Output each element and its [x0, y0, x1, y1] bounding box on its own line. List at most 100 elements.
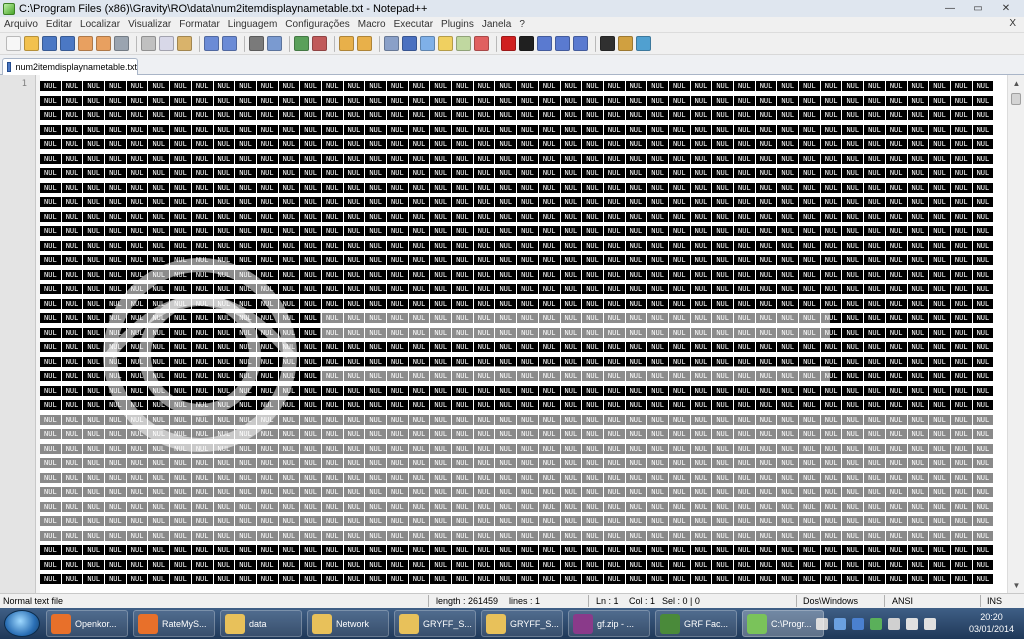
close-all-icon[interactable] — [96, 36, 111, 51]
zoom-in-icon[interactable] — [294, 36, 309, 51]
nul-char: NUL — [148, 342, 171, 352]
nul-char: NUL — [365, 530, 387, 541]
nul-char: NUL — [560, 545, 583, 555]
menu-item-5[interactable]: Linguagem — [224, 19, 281, 30]
start-button[interactable] — [4, 610, 40, 637]
record-macro-icon[interactable] — [501, 36, 516, 51]
tray-bluetooth-icon[interactable] — [852, 618, 864, 630]
tray-volume-icon[interactable] — [924, 618, 936, 630]
nul-char: NUL — [408, 255, 431, 265]
close-document-button[interactable]: X — [1009, 18, 1016, 29]
menu-item-11[interactable]: ? — [515, 19, 529, 30]
menu-item-9[interactable]: Plugins — [437, 19, 478, 30]
maximize-button[interactable]: ▭ — [964, 0, 992, 16]
close-button[interactable]: ✕ — [992, 0, 1020, 16]
stop-macro-icon[interactable] — [519, 36, 534, 51]
plugin-icon[interactable] — [618, 36, 633, 51]
cut-icon[interactable] — [141, 36, 156, 51]
save-icon[interactable] — [42, 36, 57, 51]
clock[interactable]: 20:20 03/01/2014 — [969, 611, 1014, 635]
vertical-scrollbar[interactable]: ▲ ▼ — [1007, 75, 1024, 593]
taskbar-item-5[interactable]: GRYFF_S... — [481, 610, 563, 637]
nul-char: NUL — [40, 95, 62, 106]
paste-icon[interactable] — [177, 36, 192, 51]
scroll-down-icon[interactable]: ▼ — [1008, 577, 1024, 593]
length-info: length : 261459 — [436, 596, 499, 606]
zoom-out-icon[interactable] — [312, 36, 327, 51]
nul-char: NUL — [907, 516, 930, 526]
user-lang-icon[interactable] — [438, 36, 453, 51]
nul-char: NUL — [256, 197, 279, 207]
nul-char: NUL — [235, 298, 257, 309]
menu-item-0[interactable]: Arquivo — [0, 19, 42, 30]
nul-char: NUL — [647, 429, 669, 439]
menu-item-7[interactable]: Macro — [354, 19, 390, 30]
minimize-button[interactable]: — — [936, 0, 964, 16]
nul-char: NUL — [625, 472, 648, 483]
menu-item-6[interactable]: Configurações — [281, 19, 353, 30]
taskbar-item-4[interactable]: GRYFF_S... — [394, 610, 476, 637]
nul-char: NUL — [495, 139, 518, 149]
tray-signal-icon[interactable] — [906, 618, 918, 630]
menu-item-1[interactable]: Editar — [42, 19, 76, 30]
taskbar-item-1[interactable]: RateMyS... — [133, 610, 215, 637]
menu-item-4[interactable]: Formatar — [175, 19, 224, 30]
find-icon[interactable] — [249, 36, 264, 51]
word-wrap-icon[interactable] — [384, 36, 399, 51]
redo-icon[interactable] — [222, 36, 237, 51]
spellcheck-icon[interactable] — [636, 36, 651, 51]
show-all-chars-icon[interactable] — [402, 36, 417, 51]
editor[interactable]: 1 NUL NUL NUL NUL NUL NUL NUL NUL NUL NUL NUL NUL NU… — [0, 75, 1024, 593]
nul-char: NUL — [517, 269, 539, 280]
nul-char: NUL — [170, 255, 192, 265]
nul-char: NUL — [799, 356, 821, 367]
text-area[interactable]: NUL NUL NUL NUL NUL NUL NUL NUL NUL NUL NUL NUL NUL N… — [40, 79, 995, 593]
tab-num2itemdisplaynametable[interactable]: num2itemdisplaynametable.txt — [2, 58, 138, 75]
replace-icon[interactable] — [267, 36, 282, 51]
save-macro-icon[interactable] — [573, 36, 588, 51]
nul-char: NUL — [473, 487, 496, 497]
sync-vertical-icon[interactable] — [339, 36, 354, 51]
nul-char: NUL — [625, 298, 648, 309]
indent-guide-icon[interactable] — [420, 36, 435, 51]
ds-icon[interactable] — [600, 36, 615, 51]
menu-item-10[interactable]: Janela — [478, 19, 515, 30]
print-icon[interactable] — [114, 36, 129, 51]
tray-app-icon[interactable] — [870, 618, 882, 630]
menu-item-2[interactable]: Localizar — [76, 19, 124, 30]
close-icon[interactable] — [78, 36, 93, 51]
nul-char: NUL — [647, 153, 669, 164]
taskbar-item-0[interactable]: Openkor... — [46, 610, 128, 637]
save-all-icon[interactable] — [60, 36, 75, 51]
nul-char: NUL — [842, 284, 865, 294]
open-file-icon[interactable] — [24, 36, 39, 51]
copy-icon[interactable] — [159, 36, 174, 51]
function-list-icon[interactable] — [474, 36, 489, 51]
nul-char: NUL — [321, 458, 344, 468]
scroll-up-icon[interactable]: ▲ — [1008, 75, 1024, 91]
taskbar-item-2[interactable]: data — [220, 610, 302, 637]
nul-char: NUL — [256, 313, 279, 323]
nul-char: NUL — [191, 400, 214, 410]
tray-network-icon[interactable] — [834, 618, 846, 630]
nul-char: NUL — [820, 226, 843, 236]
nul-char: NUL — [495, 530, 518, 541]
play-multiple-icon[interactable] — [555, 36, 570, 51]
taskbar-item-3[interactable]: Network — [307, 610, 389, 637]
taskbar-item-7[interactable]: GRF Fac... — [655, 610, 737, 637]
taskbar-item-8[interactable]: C:\Progr... — [742, 610, 824, 637]
nul-char: NUL — [408, 81, 431, 91]
nul-char: NUL — [343, 124, 366, 135]
nul-char: NUL — [365, 501, 387, 512]
nul-char: NUL — [387, 429, 409, 439]
play-macro-icon[interactable] — [537, 36, 552, 51]
taskbar-item-6[interactable]: gf.zip - ... — [568, 610, 650, 637]
tray-usb-icon[interactable] — [888, 618, 900, 630]
sync-horizontal-icon[interactable] — [357, 36, 372, 51]
doc-map-icon[interactable] — [456, 36, 471, 51]
menu-item-3[interactable]: Visualizar — [124, 19, 175, 30]
undo-icon[interactable] — [204, 36, 219, 51]
new-file-icon[interactable] — [6, 36, 21, 51]
menu-item-8[interactable]: Executar — [390, 19, 437, 30]
scroll-thumb[interactable] — [1011, 93, 1021, 105]
